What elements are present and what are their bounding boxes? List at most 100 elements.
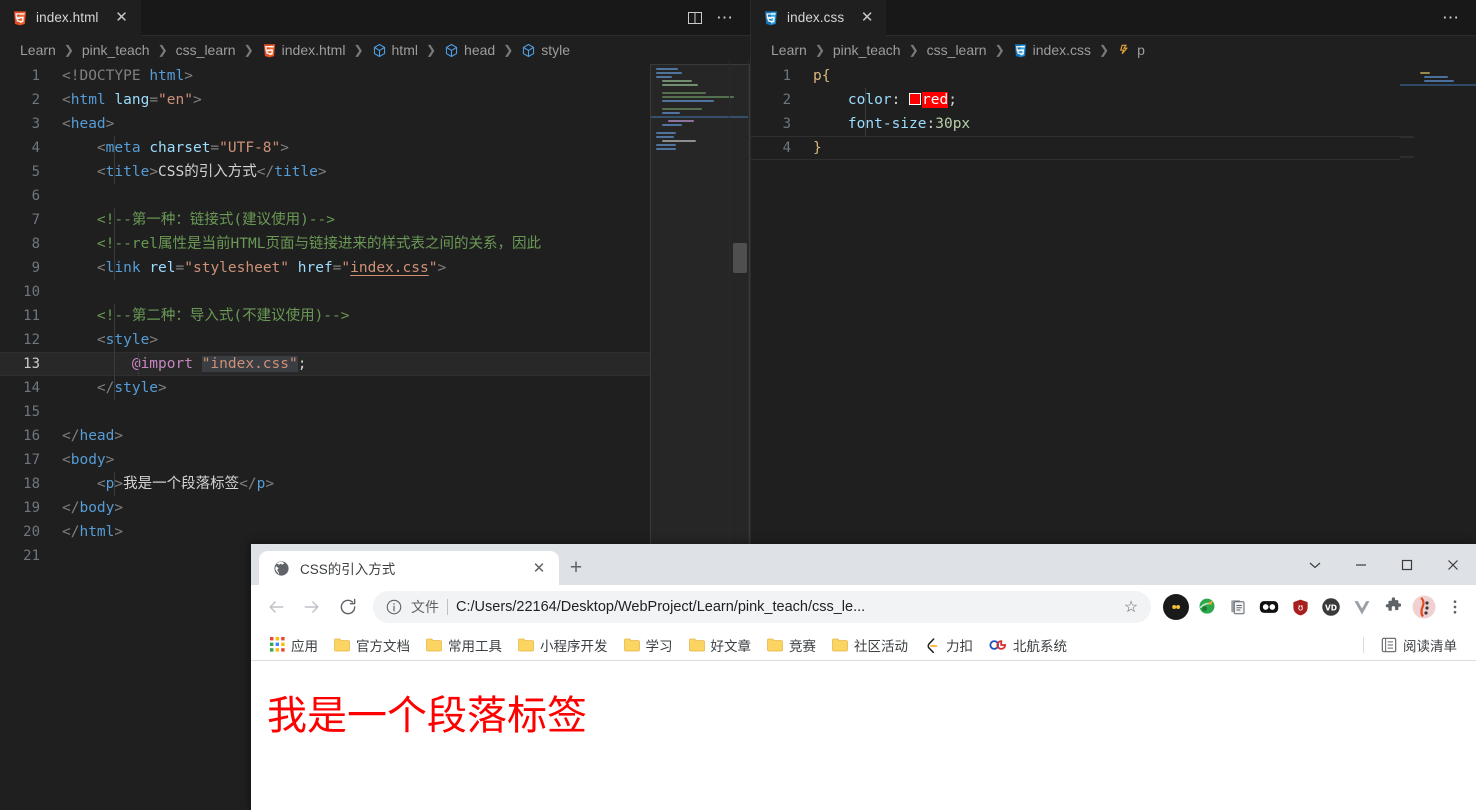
reading-list-button[interactable]: 阅读清单 [1374, 631, 1464, 659]
color-swatch-icon[interactable] [909, 93, 921, 105]
code-line[interactable]: 2 color: red; [751, 88, 1476, 112]
bookmark-apps[interactable]: 应用 [263, 631, 325, 659]
code-line-current[interactable]: 4 } [751, 136, 1476, 160]
extensions-puzzle-icon[interactable] [1380, 594, 1406, 620]
bookmark-leetcode[interactable]: 力扣 [917, 631, 980, 659]
back-button[interactable] [259, 590, 293, 624]
info-circle-icon[interactable] [385, 598, 403, 616]
browser-tab-close-icon[interactable]: ✕ [529, 558, 549, 578]
code-line[interactable]: 20 </html> [0, 520, 750, 544]
code-line[interactable]: 1 p{ [751, 64, 1476, 88]
tabbar-left: index.html ✕ ⋯ [0, 0, 750, 36]
folder-icon [767, 638, 783, 652]
profile-avatar-icon[interactable] [1411, 594, 1437, 620]
tab-index-html[interactable]: index.html ✕ [0, 0, 141, 35]
code-line-current[interactable]: 13 @import "index.css"; [0, 352, 750, 376]
code-line[interactable]: 19 </body> [0, 496, 750, 520]
breadcrumb-item-index-html[interactable]: index.html [260, 42, 348, 58]
code-line[interactable]: 16 </head> [0, 424, 750, 448]
minimap-slider[interactable] [650, 64, 750, 554]
folder-icon [426, 638, 442, 652]
code-content: @import "index.css"; [52, 352, 306, 376]
bookmark-buaa[interactable]: 北航系统 [982, 631, 1074, 659]
reading-list-label: 阅读清单 [1403, 635, 1457, 655]
line-number: 6 [0, 184, 52, 208]
code-line[interactable]: 12 <style> [0, 328, 750, 352]
tab-index-css[interactable]: index.css ✕ [751, 0, 886, 35]
code-line[interactable]: 2 <html lang="en"> [0, 88, 750, 112]
code-line[interactable]: 3 <head> [0, 112, 750, 136]
breadcrumb-item-learn[interactable]: Learn [18, 42, 58, 58]
chevron-right-icon: ❯ [811, 43, 829, 57]
bookmark-star-icon[interactable]: ☆ [1119, 595, 1143, 619]
vue-devtools-icon[interactable] [1349, 594, 1375, 620]
code-content: <title>CSS的引入方式</title> [52, 160, 327, 184]
bookmark-folder-7[interactable]: 社区活动 [825, 631, 915, 659]
breadcrumb-item-selector-p[interactable]: p [1115, 42, 1147, 58]
minimize-button[interactable] [1338, 544, 1384, 585]
chevron-right-icon: ❯ [60, 43, 78, 57]
idm-extension-icon[interactable] [1194, 594, 1220, 620]
bookmark-label: 力扣 [946, 635, 973, 655]
reload-button[interactable] [331, 590, 365, 624]
split-editor-icon[interactable] [682, 5, 708, 31]
forward-button[interactable] [295, 590, 329, 624]
code-line[interactable]: 3 font-size:30px [751, 112, 1476, 136]
breadcrumb-item-learn[interactable]: Learn [769, 42, 809, 58]
video-download-icon[interactable]: VD [1318, 594, 1344, 620]
two-dots-extension-icon[interactable] [1256, 594, 1282, 620]
code-content: <!--第一种：链接式(建议使用)--> [52, 208, 335, 232]
tab-close-icon[interactable]: ✕ [113, 9, 131, 27]
leetcode-icon [924, 637, 940, 653]
bookmark-folder-4[interactable]: 学习 [617, 631, 680, 659]
code-line[interactable]: 5 <title>CSS的引入方式</title> [0, 160, 750, 184]
breadcrumb-item-css-learn[interactable]: css_learn [925, 42, 989, 58]
bookmark-folder-2[interactable]: 常用工具 [419, 631, 509, 659]
bookmark-label: 北航系统 [1013, 635, 1067, 655]
code-content: </html> [52, 520, 123, 544]
code-line[interactable]: 7 <!--第一种：链接式(建议使用)--> [0, 208, 750, 232]
bookmark-folder-3[interactable]: 小程序开发 [511, 631, 615, 659]
breadcrumb-item-html[interactable]: html [370, 42, 420, 58]
clipboard-extension-icon[interactable] [1225, 594, 1251, 620]
browser-tab[interactable]: CSS的引入方式 ✕ [259, 551, 559, 585]
breadcrumb-item-pink-teach[interactable]: pink_teach [80, 42, 152, 58]
bookmark-folder-1[interactable]: 官方文档 [327, 631, 417, 659]
bookmark-label: 好文章 [711, 635, 752, 655]
breadcrumb-item-index-css[interactable]: index.css [1011, 42, 1093, 58]
bookmark-folder-6[interactable]: 竞赛 [760, 631, 823, 659]
breadcrumb-item-head[interactable]: head [442, 42, 497, 58]
code-line[interactable]: 10 [0, 280, 750, 304]
line-number: 2 [751, 88, 803, 112]
ublock-origin-icon[interactable]: ʊ [1287, 594, 1313, 620]
address-bar[interactable]: 文件 C:/Users/22164/Desktop/WebProject/Lea… [373, 591, 1151, 623]
code-line[interactable]: 1 <!DOCTYPE html> [0, 64, 750, 88]
tab-search-chevron-icon[interactable] [1292, 544, 1338, 585]
code-line[interactable]: 8 <!--rel属性是当前HTML页面与链接进来的样式表之间的关系，因此 [0, 232, 750, 256]
more-actions-icon[interactable]: ⋯ [1438, 5, 1464, 31]
chrome-menu-icon[interactable] [1442, 594, 1468, 620]
more-actions-icon[interactable]: ⋯ [712, 5, 738, 31]
maximize-button[interactable] [1384, 544, 1430, 585]
infinity-extension-icon[interactable] [1163, 594, 1189, 620]
editor-scrollbar-thumb[interactable] [733, 243, 747, 273]
code-line[interactable]: 15 [0, 400, 750, 424]
url-text[interactable]: C:/Users/22164/Desktop/WebProject/Learn/… [456, 599, 1111, 615]
code-line[interactable]: 9 <link rel="stylesheet" href="index.css… [0, 256, 750, 280]
close-window-button[interactable] [1430, 544, 1476, 585]
bookmark-folder-5[interactable]: 好文章 [682, 631, 759, 659]
bookmark-label: 学习 [646, 635, 673, 655]
code-content: <head> [52, 112, 114, 136]
code-line[interactable]: 11 <!--第二种：导入式(不建议使用)--> [0, 304, 750, 328]
new-tab-button[interactable]: + [559, 551, 593, 585]
breadcrumb-item-pink-teach[interactable]: pink_teach [831, 42, 903, 58]
breadcrumb-item-css-learn[interactable]: css_learn [174, 42, 238, 58]
code-line[interactable]: 18 <p>我是一个段落标签</p> [0, 472, 750, 496]
code-line[interactable]: 6 [0, 184, 750, 208]
tab-close-icon[interactable]: ✕ [858, 9, 876, 27]
line-number: 20 [0, 520, 52, 544]
code-line[interactable]: 4 <meta charset="UTF-8"> [0, 136, 750, 160]
code-line[interactable]: 14 </style> [0, 376, 750, 400]
breadcrumb-item-style[interactable]: style [519, 42, 572, 58]
code-line[interactable]: 17 <body> [0, 448, 750, 472]
